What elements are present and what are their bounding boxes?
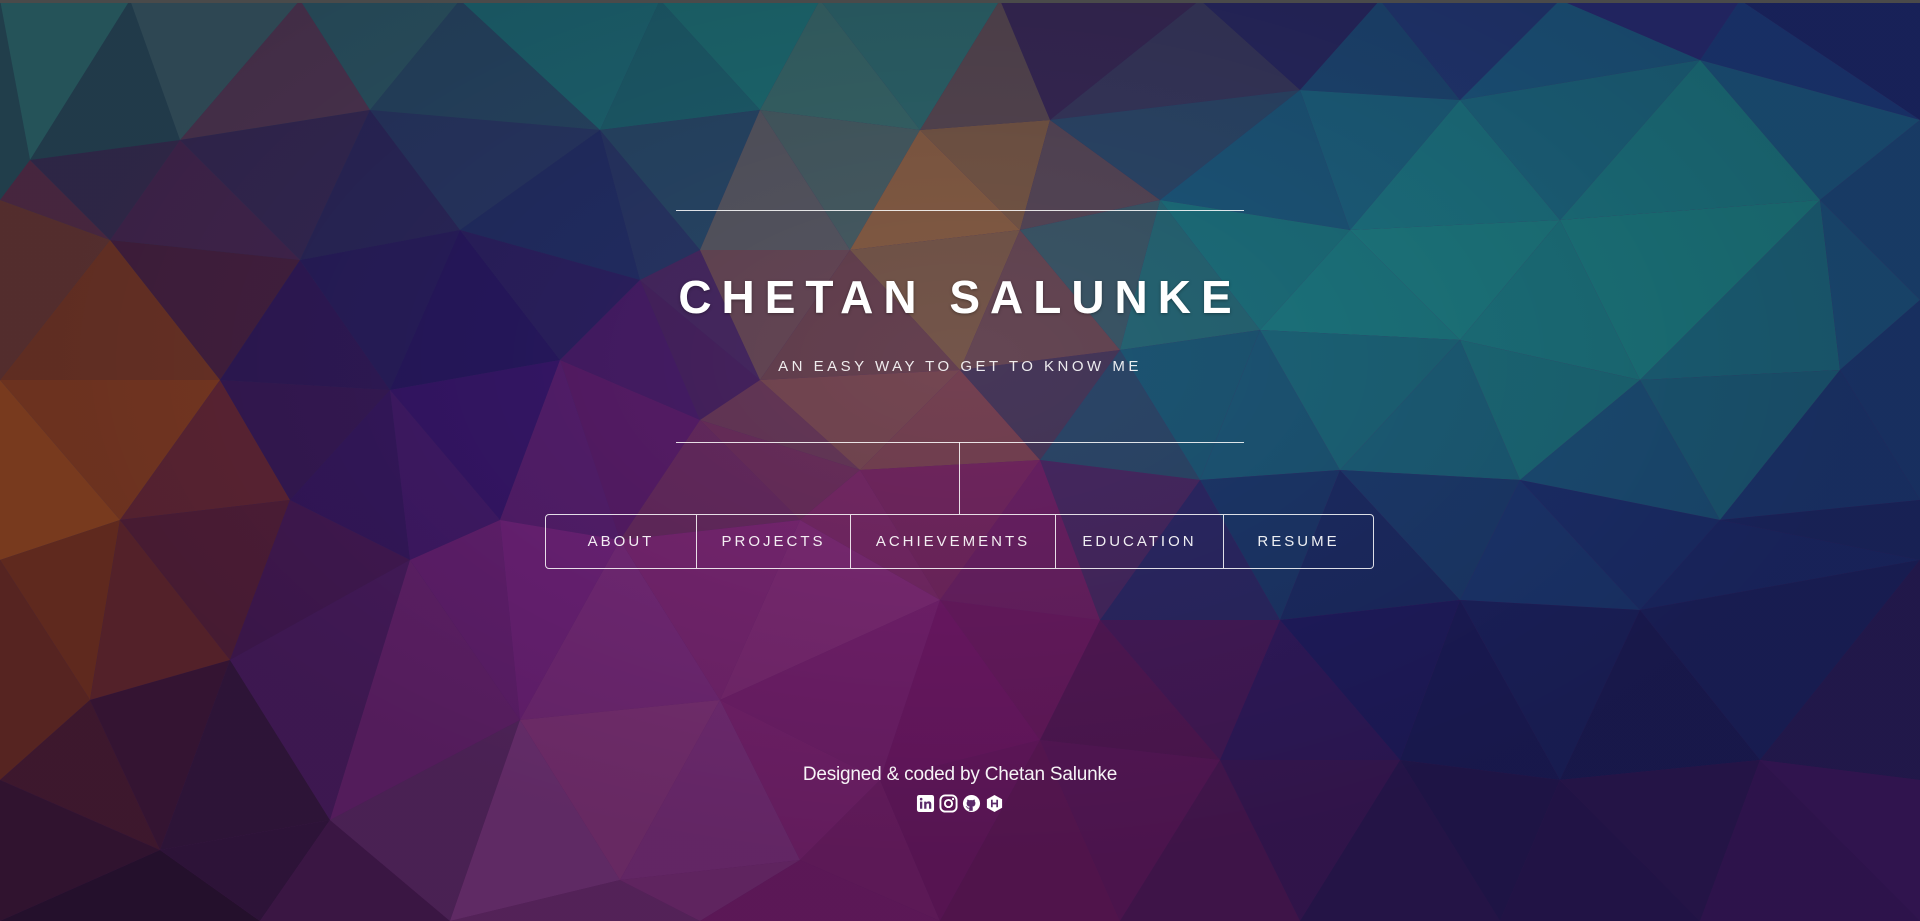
- main-nav: ABOUT PROJECTS ACHIEVEMENTS EDUCATION RE…: [545, 514, 1374, 569]
- linkedin-icon[interactable]: [916, 794, 935, 813]
- hero-section: CHETAN SALUNKE AN EASY WAY TO GET TO KNO…: [0, 0, 1920, 921]
- github-icon[interactable]: [962, 794, 981, 813]
- vertical-connector: [959, 442, 960, 514]
- middle-divider: [676, 442, 1244, 443]
- page-subtitle: AN EASY WAY TO GET TO KNOW ME: [778, 358, 1142, 375]
- nav-resume[interactable]: RESUME: [1224, 515, 1373, 568]
- instagram-icon[interactable]: [939, 794, 958, 813]
- nav-about[interactable]: ABOUT: [546, 515, 697, 568]
- footer-credit: Designed & coded by Chetan Salunke: [802, 764, 1118, 785]
- nav-education[interactable]: EDUCATION: [1056, 515, 1224, 568]
- nav-achievements[interactable]: ACHIEVEMENTS: [851, 515, 1056, 568]
- social-links: [0, 794, 1920, 813]
- footer: Designed & coded by Chetan Salunke: [0, 764, 1920, 813]
- hackerrank-icon[interactable]: [985, 794, 1004, 813]
- nav-projects[interactable]: PROJECTS: [697, 515, 851, 568]
- top-divider: [676, 210, 1244, 211]
- page-title: CHETAN SALUNKE: [678, 271, 1242, 323]
- landing-page: CHETAN SALUNKE AN EASY WAY TO GET TO KNO…: [0, 0, 1920, 921]
